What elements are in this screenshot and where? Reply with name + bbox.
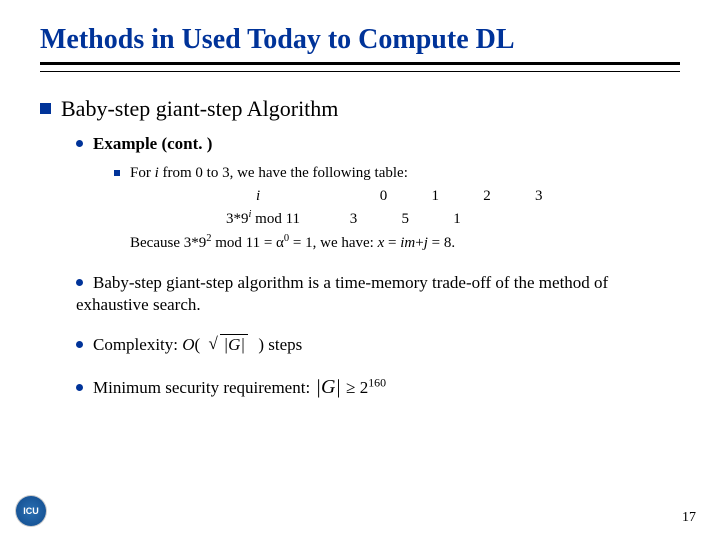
sqrt-icon: G bbox=[218, 334, 248, 356]
table-row1-label: i bbox=[226, 185, 376, 208]
level2-example: Example (cont. ) bbox=[76, 134, 680, 154]
dot-bullet-icon bbox=[76, 140, 83, 147]
complexity-G: G bbox=[222, 335, 246, 354]
because-a: Because 3*9 bbox=[130, 235, 206, 251]
because-eq: = bbox=[384, 235, 400, 251]
page-number: 17 bbox=[682, 510, 696, 526]
security-a: Minimum security requirement: bbox=[93, 378, 314, 397]
row2-b: mod 11 bbox=[251, 211, 300, 227]
logo-icon: ICU bbox=[16, 496, 46, 526]
level2-tradeoff: Baby-step giant-step algorithm is a time… bbox=[76, 272, 680, 316]
table-val-1: 5 bbox=[402, 208, 450, 231]
tradeoff-text: Baby-step giant-step algorithm is a time… bbox=[76, 273, 608, 314]
level1-text: Baby-step giant-step Algorithm bbox=[61, 96, 338, 121]
level2-security: Minimum security requirement: G ≥ 2160 bbox=[76, 374, 680, 400]
because-b: mod 11 = α bbox=[211, 235, 283, 251]
dot-bullet-icon bbox=[76, 279, 83, 286]
level1-item: Baby-step giant-step Algorithm bbox=[40, 96, 680, 122]
slide-title: Methods in Used Today to Compute DL bbox=[40, 24, 680, 56]
complexity-close: ) steps bbox=[258, 335, 302, 354]
because-end: = 8. bbox=[428, 235, 455, 251]
title-underline-thin bbox=[40, 71, 680, 72]
complexity-O: O bbox=[182, 335, 194, 354]
row2-a: 3*9 bbox=[226, 211, 249, 227]
level2-complexity: Complexity: O( G ) steps bbox=[76, 334, 680, 356]
table-col-2: 2 bbox=[483, 185, 531, 208]
security-geq: ≥ 2 bbox=[342, 378, 368, 397]
table-col-3: 3 bbox=[535, 185, 583, 208]
table-col-1: 1 bbox=[432, 185, 480, 208]
table-val-0: 3 bbox=[350, 208, 398, 231]
security-exp: 160 bbox=[368, 376, 386, 390]
table-col-0: 0 bbox=[380, 185, 428, 208]
dot-bullet-icon bbox=[76, 341, 83, 348]
title-underline-thick bbox=[40, 62, 680, 65]
table-row-values: 3*9i mod 11 3 5 1 bbox=[226, 207, 680, 231]
table-because: Because 3*92 mod 11 = α0 = 1, we have: x… bbox=[130, 231, 680, 255]
because-c: = 1, we have: bbox=[289, 235, 377, 251]
table-val-2: 1 bbox=[453, 208, 501, 231]
small-bullet-icon bbox=[114, 170, 120, 176]
dot-bullet-icon bbox=[76, 384, 83, 391]
complexity-a: Complexity: bbox=[93, 335, 182, 354]
complexity-open: ( bbox=[195, 335, 201, 354]
table-row-header: i 0 1 2 3 bbox=[226, 185, 680, 208]
table-intro-b: from 0 to 3, we have the following table… bbox=[159, 165, 408, 181]
level3-table-block: For i from 0 to 3, we have the following… bbox=[114, 162, 680, 254]
because-im: im bbox=[400, 235, 415, 251]
table-row2-label: 3*9i mod 11 bbox=[226, 207, 346, 231]
security-G: G bbox=[314, 376, 341, 398]
level2-text: Example (cont. ) bbox=[93, 134, 212, 153]
because-plus: + bbox=[415, 235, 423, 251]
table-intro-a: For bbox=[130, 165, 155, 181]
square-bullet-icon bbox=[40, 103, 51, 114]
